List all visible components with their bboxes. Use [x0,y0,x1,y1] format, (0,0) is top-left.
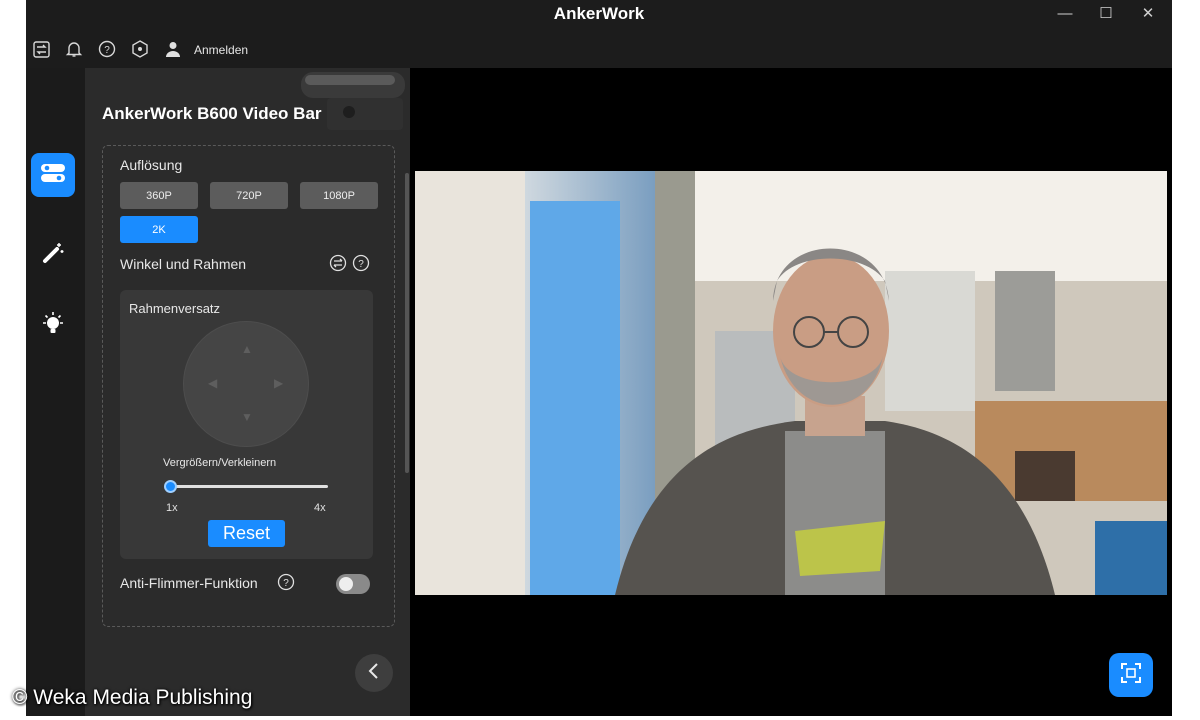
reset-button[interactable]: Reset [208,520,285,547]
help-icon[interactable]: ? [97,39,117,59]
login-link[interactable]: Anmelden [194,43,248,57]
flicker-help-icon[interactable]: ? [277,573,295,591]
angle-frame-label: Winkel und Rahmen [120,256,247,272]
maximize-button[interactable]: ☐ [1092,4,1120,24]
frame-offset-label: Rahmenversatz [129,301,221,316]
angle-help-icon[interactable]: ? [352,254,370,272]
fullscreen-button[interactable] [1109,653,1153,697]
zoom-slider[interactable] [168,485,328,488]
collapse-panel-button[interactable] [355,654,393,692]
arrow-right-icon[interactable]: ▶ [274,376,283,390]
resolution-label: Auflösung [120,157,183,173]
toggle-knob [339,577,353,591]
chevron-left-icon [367,662,381,685]
camera-video-feed [415,171,1167,595]
arrow-down-icon[interactable]: ▼ [241,410,253,424]
magic-wand-icon [41,241,65,270]
arrow-left-icon[interactable]: ◀ [208,376,217,390]
zoom-max-label: 4x [314,502,326,514]
side-rail [26,68,85,716]
frame-offset-joystick[interactable]: ▲ ▼ ◀ ▶ [183,321,309,447]
zoom-slider-thumb[interactable] [164,480,177,493]
app-window: AnkerWork — ☐ ✕ ? Anmelden AnkerWork B60… [26,0,1172,716]
switch-icon[interactable] [31,39,51,59]
anti-flicker-label: Anti-Flimmer-Funktion [120,575,258,591]
svg-text:?: ? [104,45,110,56]
lightbulb-icon [40,311,66,342]
rail-item-effects[interactable] [40,242,66,268]
panel-scrollbar[interactable] [405,173,409,473]
app-title: AnkerWork [553,4,645,23]
svg-text:?: ? [358,259,364,270]
anti-flicker-toggle[interactable] [336,574,370,594]
settings-toggle-icon [40,162,66,189]
hexagon-icon[interactable] [130,39,150,59]
zoom-min-label: 1x [166,502,178,514]
settings-panel: AnkerWork B600 Video Bar Auflösung 360P … [85,68,410,716]
close-button[interactable]: ✕ [1134,4,1162,24]
device-image [297,68,409,138]
device-name: AnkerWork B600 Video Bar [102,104,322,123]
resolution-360p-button[interactable]: 360P [120,182,198,209]
resolution-2k-button[interactable]: 2K [120,216,198,243]
camera-settings-box: Auflösung 360P 720P 1080P 2K Winkel und … [102,145,395,627]
minimize-button[interactable]: — [1051,4,1079,24]
frame-offset-box: Rahmenversatz ▲ ▼ ◀ ▶ Vergrößern/Verklei… [120,290,373,559]
frame-switch-icon[interactable] [329,254,347,272]
svg-text:?: ? [283,578,289,589]
resolution-720p-button[interactable]: 720P [210,182,288,209]
camera-preview-area [410,68,1172,716]
copyright-watermark: © Weka Media Publishing [12,686,253,709]
title-bar: AnkerWork — ☐ ✕ [26,0,1172,30]
toolbar: ? Anmelden [26,30,1172,68]
rail-item-camera-settings[interactable] [31,153,75,197]
bell-icon[interactable] [64,39,84,59]
zoom-label: Vergrößern/Verkleinern [163,457,277,469]
arrow-up-icon[interactable]: ▲ [241,342,253,356]
user-icon[interactable] [163,39,183,59]
rail-item-light[interactable] [40,311,66,342]
fullscreen-icon [1120,662,1142,689]
resolution-1080p-button[interactable]: 1080P [300,182,378,209]
